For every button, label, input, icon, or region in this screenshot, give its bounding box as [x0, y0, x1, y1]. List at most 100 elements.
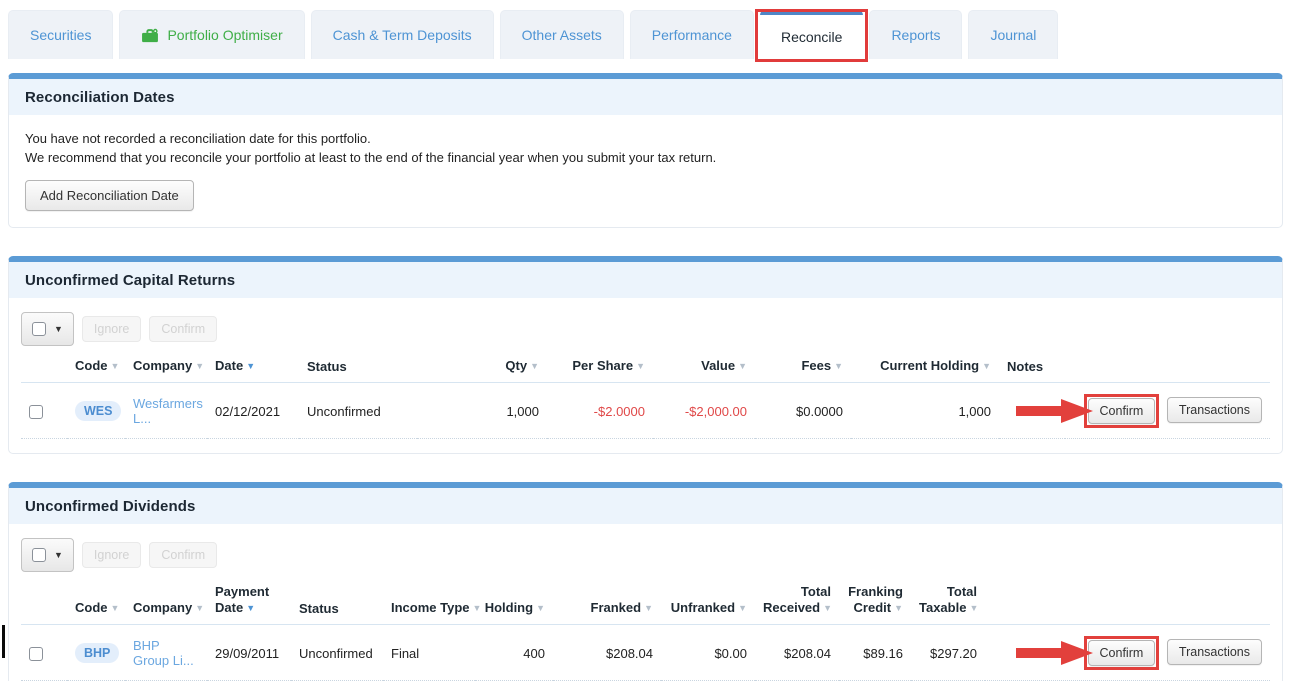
transactions-button[interactable]: Transactions — [1167, 397, 1262, 423]
sort-caret-icon: ▼ — [195, 361, 204, 371]
sort-caret-icon: ▼ — [738, 603, 747, 613]
tab-other-assets[interactable]: Other Assets — [500, 10, 624, 59]
cell-current-holding: 1,000 — [851, 383, 999, 439]
cell-status: Unconfirmed — [299, 383, 417, 439]
section-title-reconciliation-dates: Reconciliation Dates — [9, 79, 1282, 115]
briefcase-gear-icon — [141, 28, 159, 43]
column-header-code[interactable]: Code▼ — [67, 580, 125, 625]
dividends-table: Code▼ Company▼ Payment Date▼ Status Inco… — [21, 580, 1270, 681]
column-header-payment-date[interactable]: Payment Date▼ — [207, 580, 291, 625]
column-header-fees[interactable]: Fees▼ — [755, 354, 851, 383]
column-header-per-share[interactable]: Per Share▼ — [547, 354, 653, 383]
reconciliation-dates-body: You have not recorded a reconciliation d… — [9, 115, 1282, 227]
section-title-capital-returns: Unconfirmed Capital Returns — [9, 262, 1282, 298]
tab-label: Performance — [652, 27, 732, 43]
cell-qty: 1,000 — [417, 383, 547, 439]
section-title-dividends: Unconfirmed Dividends — [9, 488, 1282, 524]
sort-caret-icon: ▼ — [111, 603, 120, 613]
dividends-body: ▼ Ignore Confirm Code▼ Company▼ Payment … — [9, 524, 1282, 681]
tab-securities[interactable]: Securities — [8, 10, 113, 59]
column-header-actions — [1065, 354, 1270, 383]
select-all-checkbox[interactable] — [32, 322, 46, 336]
sort-caret-icon: ▼ — [894, 603, 903, 613]
column-header-actions — [985, 580, 1270, 625]
company-link[interactable]: BHP Group Li... — [133, 638, 194, 668]
column-header-company[interactable]: Company▼ — [125, 580, 207, 625]
sort-caret-icon: ▼ — [834, 361, 843, 371]
tab-journal[interactable]: Journal — [968, 10, 1058, 59]
annotation-arrow-icon — [1016, 398, 1094, 424]
confirm-selected-button[interactable]: Confirm — [149, 542, 217, 568]
capital-returns-toolbar: ▼ Ignore Confirm — [21, 312, 1270, 346]
column-header-income-type[interactable]: Income Type▼ — [383, 580, 475, 625]
transactions-button[interactable]: Transactions — [1167, 639, 1262, 665]
select-all-checkbox[interactable] — [32, 548, 46, 562]
sort-caret-icon: ▼ — [738, 361, 747, 371]
confirm-selected-button[interactable]: Confirm — [149, 316, 217, 342]
sort-caret-icon: ▼ — [969, 603, 978, 613]
cell-payment-date: 29/09/2011 — [207, 625, 291, 681]
company-link[interactable]: Wesfarmers L... — [133, 396, 203, 426]
column-header-holding[interactable]: Holding▼ — [475, 580, 553, 625]
column-header-total-received[interactable]: Total Received▼ — [755, 580, 839, 625]
chevron-down-icon: ▼ — [54, 325, 63, 334]
tab-portfolio-optimiser[interactable]: Portfolio Optimiser — [119, 10, 304, 59]
column-header-status[interactable]: Status — [291, 580, 383, 625]
sort-caret-icon: ▼ — [195, 603, 204, 613]
checkbox-column-header — [21, 580, 67, 625]
column-header-company[interactable]: Company▼ — [125, 354, 207, 383]
annotation-arrow-icon — [1016, 640, 1094, 666]
column-header-notes: Notes — [999, 354, 1065, 383]
sort-caret-icon: ▼ — [530, 361, 539, 371]
cell-income-type: Final — [383, 625, 475, 681]
tab-label: Cash & Term Deposits — [333, 27, 472, 43]
holding-code-badge[interactable]: BHP — [75, 643, 119, 663]
sort-caret-icon: ▼ — [111, 361, 120, 371]
tab-reports[interactable]: Reports — [869, 10, 962, 59]
tab-bar: Securities Portfolio Optimiser Cash & Te… — [0, 0, 1291, 59]
tab-performance[interactable]: Performance — [630, 10, 754, 59]
select-all-dropdown[interactable]: ▼ — [21, 538, 74, 572]
tab-reconcile[interactable]: Reconcile — [760, 10, 863, 59]
tab-label: Journal — [990, 27, 1036, 43]
dividends-header-row: Code▼ Company▼ Payment Date▼ Status Inco… — [21, 580, 1270, 625]
cell-total-taxable: $297.20 — [911, 625, 985, 681]
column-header-franked[interactable]: Franked▼ — [553, 580, 661, 625]
cell-total-received: $208.04 — [755, 625, 839, 681]
sort-caret-icon: ▼ — [536, 603, 545, 613]
cell-franking-credit: $89.16 — [839, 625, 911, 681]
column-header-status[interactable]: Status — [299, 354, 417, 383]
row-checkbox[interactable] — [29, 405, 43, 419]
dividend-row-bhp: BHP BHP Group Li... 29/09/2011 Unconfirm… — [21, 625, 1270, 681]
cell-per-share: -$2.0000 — [547, 383, 653, 439]
sort-caret-icon: ▼ — [473, 603, 482, 613]
cell-fees: $0.0000 — [755, 383, 851, 439]
cell-status: Unconfirmed — [291, 625, 383, 681]
cell-value: -$2,000.00 — [653, 383, 755, 439]
column-header-code[interactable]: Code▼ — [67, 354, 125, 383]
column-header-total-taxable[interactable]: Total Taxable▼ — [911, 580, 985, 625]
column-header-qty[interactable]: Qty▼ — [417, 354, 547, 383]
ignore-button[interactable]: Ignore — [82, 542, 141, 568]
tab-cash-term-deposits[interactable]: Cash & Term Deposits — [311, 10, 494, 59]
column-header-franking-credit[interactable]: Franking Credit▼ — [839, 580, 911, 625]
column-header-value[interactable]: Value▼ — [653, 354, 755, 383]
row-checkbox[interactable] — [29, 647, 43, 661]
tab-label: Securities — [30, 27, 91, 43]
portfolio-reconcile-page: Securities Portfolio Optimiser Cash & Te… — [0, 0, 1291, 681]
column-header-current-holding[interactable]: Current Holding▼ — [851, 354, 999, 383]
holding-code-badge[interactable]: WES — [75, 401, 121, 421]
column-header-unfranked[interactable]: Unfranked▼ — [661, 580, 755, 625]
confirm-button[interactable]: Confirm — [1088, 398, 1156, 424]
select-all-dropdown[interactable]: ▼ — [21, 312, 74, 346]
column-header-date[interactable]: Date▼ — [207, 354, 299, 383]
ignore-button[interactable]: Ignore — [82, 316, 141, 342]
confirm-button[interactable]: Confirm — [1088, 640, 1156, 666]
sort-caret-icon: ▼ — [644, 603, 653, 613]
tab-label: Reports — [891, 27, 940, 43]
tab-label: Reconcile — [781, 29, 842, 45]
cell-actions: Confirm Transactions — [985, 625, 1270, 681]
add-reconciliation-date-button[interactable]: Add Reconciliation Date — [25, 180, 194, 211]
screen-edge-artifact — [2, 625, 5, 658]
reconciliation-message-line2: We recommend that you reconcile your por… — [25, 148, 1266, 167]
